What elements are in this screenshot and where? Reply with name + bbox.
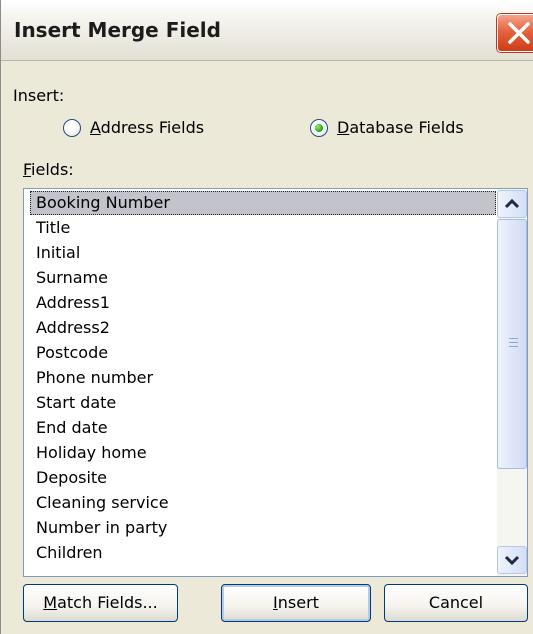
list-item[interactable]: Surname — [30, 266, 496, 290]
list-item[interactable]: Children — [30, 541, 496, 565]
cancel-button[interactable]: Cancel — [384, 584, 528, 622]
grip-line — [509, 338, 518, 339]
scroll-down-button[interactable] — [497, 546, 527, 574]
list-item[interactable]: End date — [30, 416, 496, 440]
list-item-label: Cleaning service — [36, 493, 169, 512]
list-item-label: Deposite — [36, 468, 108, 487]
close-icon — [508, 22, 530, 44]
title-bar[interactable]: Insert Merge Field — [1, 0, 533, 61]
address-fields-label[interactable]: Address Fields — [90, 118, 204, 137]
list-item-label: Address1 — [36, 293, 110, 312]
list-item[interactable]: Booking Number — [30, 191, 496, 215]
list-item[interactable]: Initial — [30, 241, 496, 265]
list-item[interactable]: Holiday home — [30, 441, 496, 465]
address-fields-radio[interactable] — [63, 119, 81, 137]
list-item-label: Number in party — [36, 518, 168, 537]
list-item[interactable]: Postcode — [30, 341, 496, 365]
list-item-label: Postcode — [36, 343, 109, 362]
insert-merge-field-dialog: Insert Merge Field Insert: Address Field… — [0, 0, 533, 634]
scroll-up-button[interactable] — [497, 190, 527, 218]
list-item[interactable]: Start date — [30, 391, 496, 415]
fields-listbox[interactable]: Booking Number Title Initial Surname Address… — [23, 188, 528, 577]
chevron-down-icon — [504, 555, 520, 566]
grip-line — [509, 346, 518, 347]
list-item-label: Children — [36, 543, 103, 562]
database-fields-label[interactable]: Database Fields — [337, 118, 464, 137]
fields-label: Fields: — [23, 160, 74, 179]
dialog-title: Insert Merge Field — [14, 18, 221, 42]
list-item-label: Start date — [36, 393, 117, 412]
list-item-label: Title — [36, 218, 71, 237]
list-item[interactable]: Cleaning service — [30, 491, 496, 515]
list-item-label: End date — [36, 418, 108, 437]
radio-selected-dot — [315, 124, 323, 132]
list-item[interactable]: Deposite — [30, 466, 496, 490]
list-item[interactable]: Number in party — [30, 516, 496, 540]
list-item-label: Phone number — [36, 368, 154, 387]
list-item[interactable]: Title — [30, 216, 496, 240]
list-item-label: Booking Number — [36, 193, 170, 212]
insert-label: Insert: — [13, 86, 65, 105]
list-item-label: Initial — [36, 243, 81, 262]
close-button[interactable] — [497, 14, 533, 52]
chevron-up-icon — [504, 198, 520, 209]
match-fields-button[interactable]: Match Fields... — [23, 584, 178, 622]
list-item-label: Holiday home — [36, 443, 147, 462]
list-item-label: Surname — [36, 268, 108, 287]
list-item[interactable]: Address2 — [30, 316, 496, 340]
vertical-scrollbar[interactable] — [497, 189, 527, 576]
list-item[interactable]: Address1 — [30, 291, 496, 315]
list-item[interactable]: Phone number — [30, 366, 496, 390]
database-fields-radio[interactable] — [310, 119, 328, 137]
list-item-label: Address2 — [36, 318, 110, 337]
grip-line — [509, 342, 518, 343]
insert-button[interactable]: Insert — [221, 584, 371, 622]
scroll-thumb[interactable] — [497, 219, 527, 469]
